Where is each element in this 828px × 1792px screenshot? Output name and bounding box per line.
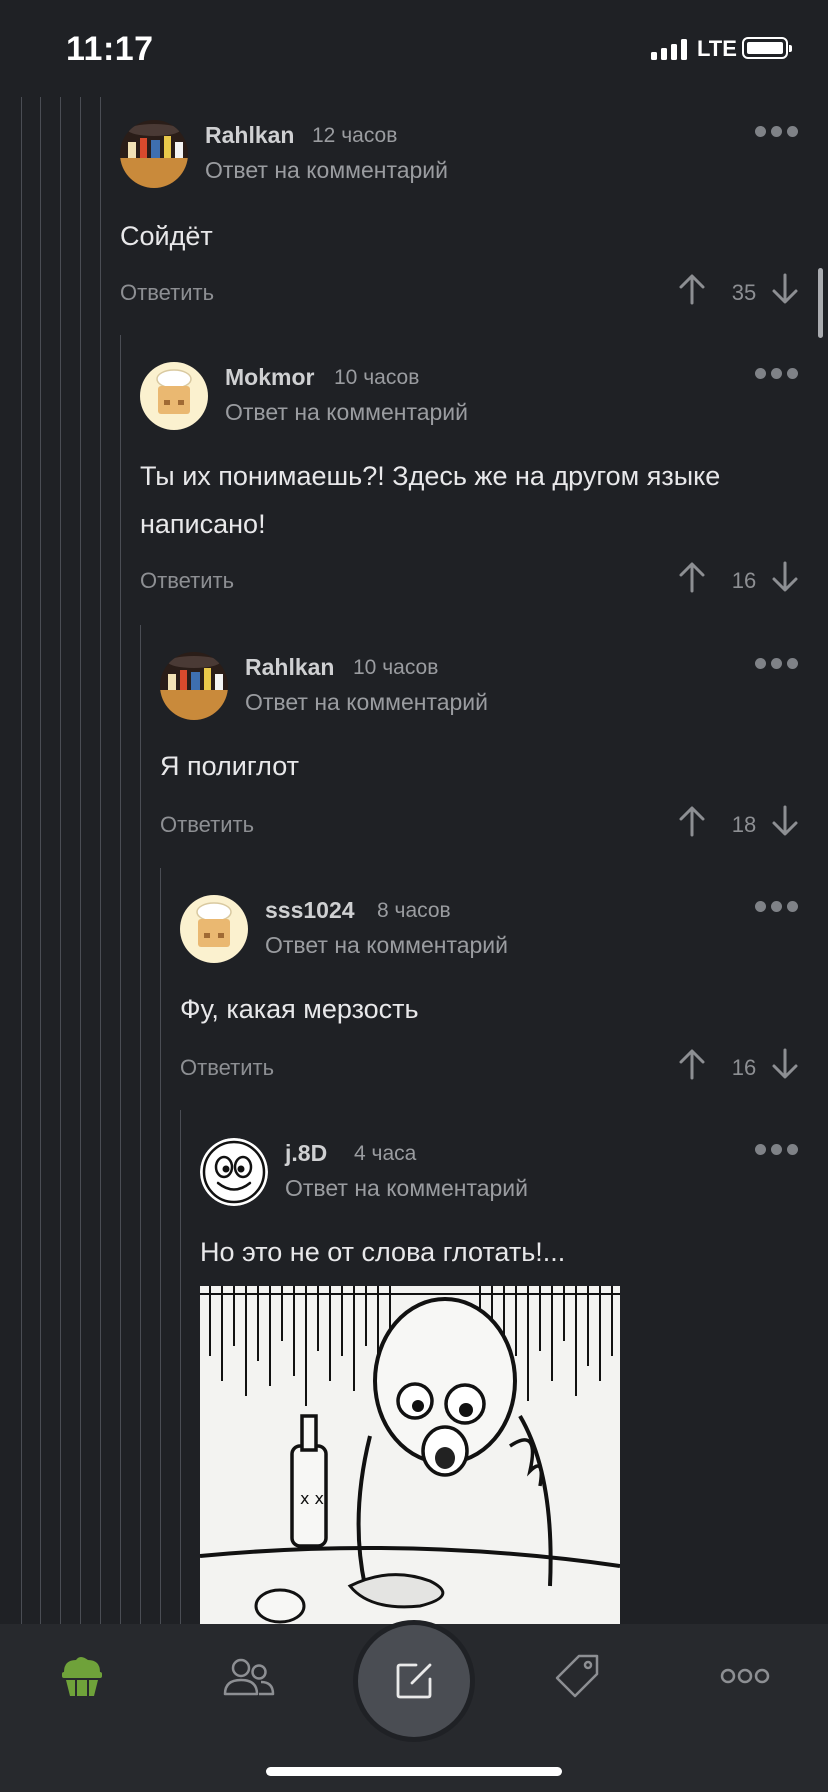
arrow-down-icon[interactable] xyxy=(770,1048,800,1080)
reply-context[interactable]: Ответ на комментарий xyxy=(225,399,468,426)
comment: j.8D 4 часа Ответ на комментарий Но это … xyxy=(200,1138,800,1267)
vote-score: 16 xyxy=(731,1055,757,1080)
avatar[interactable] xyxy=(180,895,248,963)
thread-line xyxy=(160,868,161,1624)
author-name[interactable]: Rahlkan xyxy=(245,654,334,681)
thread-line xyxy=(80,97,81,1624)
reply-button[interactable]: Ответить xyxy=(120,280,214,306)
arrow-down-icon[interactable] xyxy=(770,273,800,305)
comment-text: написано! xyxy=(140,509,266,539)
battery-icon xyxy=(742,37,792,59)
vote-score: 18 xyxy=(731,812,757,837)
comment-time: 8 часов xyxy=(377,899,451,922)
comment-text: Я полиглот xyxy=(160,751,299,781)
scrollbar[interactable] xyxy=(818,268,823,338)
reply-button[interactable]: Ответить xyxy=(140,568,234,594)
more-icon[interactable] xyxy=(755,1142,799,1158)
arrow-up-icon[interactable] xyxy=(677,273,707,305)
signal-icon xyxy=(651,38,691,60)
more-icon[interactable] xyxy=(755,656,799,672)
status-bar: 11:17 LTE xyxy=(0,0,828,100)
avatar[interactable] xyxy=(200,1138,268,1206)
comment-text: Сойдёт xyxy=(120,221,213,251)
home-indicator[interactable] xyxy=(266,1767,562,1776)
compose-icon xyxy=(396,1663,432,1699)
thread-line xyxy=(21,97,22,1624)
comment: Rahlkan 10 часов Ответ на комментарий Я … xyxy=(160,652,800,852)
vote-score: 16 xyxy=(731,568,757,593)
arrow-up-icon[interactable] xyxy=(677,805,707,837)
more-icon[interactable] xyxy=(755,366,799,382)
more-icon[interactable] xyxy=(720,1668,770,1684)
comment: Mokmor 10 часов Ответ на комментарий Ты … xyxy=(140,362,800,602)
thread-line xyxy=(60,97,61,1624)
author-name[interactable]: Rahlkan xyxy=(205,122,294,149)
thread-line xyxy=(140,625,141,1624)
network-label: LTE xyxy=(697,36,737,61)
reply-context[interactable]: Ответ на комментарий xyxy=(205,157,448,184)
compose-button[interactable] xyxy=(358,1625,470,1737)
cupcake-icon[interactable] xyxy=(58,1654,106,1698)
reply-button[interactable]: Ответить xyxy=(180,1055,274,1081)
arrow-down-icon[interactable] xyxy=(770,805,800,837)
arrow-up-icon[interactable] xyxy=(677,561,707,593)
comment-text: Но это не от слова глотать!... xyxy=(200,1237,566,1267)
comment: Rahlkan 12 часов Ответ на комментарий Со… xyxy=(120,120,800,320)
tag-icon[interactable] xyxy=(553,1652,601,1700)
author-name[interactable]: j.8D xyxy=(285,1140,327,1167)
more-icon[interactable] xyxy=(755,124,799,140)
reply-context[interactable]: Ответ на комментарий xyxy=(265,932,508,959)
svg-text:x x: x x xyxy=(300,1489,324,1508)
comment-text: Фу, какая мерзость xyxy=(180,994,419,1024)
avatar[interactable] xyxy=(120,120,188,188)
reply-context[interactable]: Ответ на комментарий xyxy=(285,1175,528,1202)
thread-line xyxy=(100,97,101,1624)
arrow-up-icon[interactable] xyxy=(677,1048,707,1080)
vote-score: 35 xyxy=(731,280,757,305)
comment-time: 12 часов xyxy=(312,124,398,147)
status-time: 11:17 xyxy=(66,30,154,68)
more-icon[interactable] xyxy=(755,899,799,915)
reply-context[interactable]: Ответ на комментарий xyxy=(245,689,488,716)
comment-time: 4 часа xyxy=(354,1142,417,1165)
comment-text: Ты их понимаешь?! Здесь же на другом язы… xyxy=(140,461,721,491)
reply-button[interactable]: Ответить xyxy=(160,812,254,838)
comment: sss1024 8 часов Ответ на комментарий Фу,… xyxy=(180,895,800,1095)
comment-time: 10 часов xyxy=(334,366,420,389)
avatar[interactable] xyxy=(140,362,208,430)
avatar[interactable] xyxy=(160,652,228,720)
thread-line xyxy=(120,335,121,1624)
thread-line xyxy=(40,97,41,1624)
comment-time: 10 часов xyxy=(353,656,439,679)
author-name[interactable]: sss1024 xyxy=(265,897,355,924)
users-icon[interactable] xyxy=(221,1654,277,1698)
thread-line xyxy=(180,1110,181,1624)
arrow-down-icon[interactable] xyxy=(770,561,800,593)
comment-image[interactable]: x x xyxy=(200,1286,620,1626)
author-name[interactable]: Mokmor xyxy=(225,364,314,391)
